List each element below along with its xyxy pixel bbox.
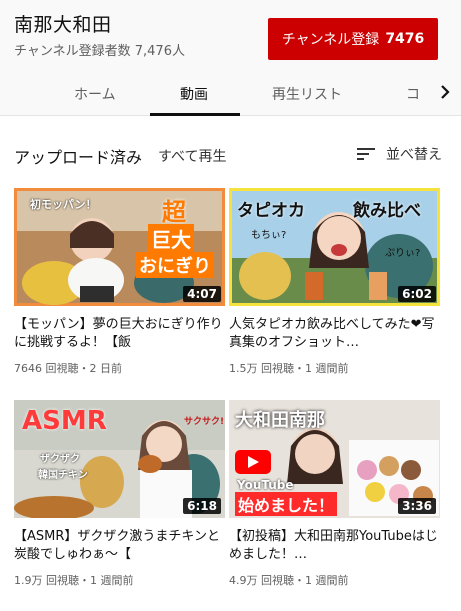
channel-tabs: ホーム 動画 再生リスト コ [0, 70, 461, 116]
thumbnail-text: 巨大 [148, 224, 194, 253]
tab-home[interactable]: ホーム [74, 84, 116, 104]
uploads-heading: アップロード済み [14, 148, 143, 167]
sort-icon [357, 148, 375, 160]
video-meta: 4.9万 回視聴・1 週間前 [229, 574, 349, 587]
thumbnail-text: タピオカ [237, 201, 305, 221]
thumbnail-text: 飲み比べ [353, 201, 421, 221]
thumbnail-text: おにぎり [136, 252, 214, 278]
subscribe-label: チャンネル登録 [281, 32, 380, 48]
video-card[interactable]: ASMR サクサク! ザクザク 韓国チキン 6:18 【ASMR】ザクザク激うま… [14, 400, 225, 588]
video-meta: 7646 回視聴・2 日前 [14, 362, 122, 375]
thumbnail-text: 超 [162, 198, 186, 226]
thumbnail-text: ザクザク [40, 454, 80, 465]
chevron-right-icon[interactable] [436, 82, 454, 102]
tab-videos[interactable]: 動画 [180, 84, 208, 104]
video-title[interactable]: 人気タピオカ飲み比べしてみた❤写真集のオフショット… [229, 316, 440, 352]
sort-label: 並べ替え [386, 147, 442, 163]
video-card[interactable]: 大和田南那 YouTube 始めました！ 3:36 【初投稿】大和田南那YouT… [229, 400, 440, 588]
video-title[interactable]: 【初投稿】大和田南那YouTubeはじめました！… [229, 528, 440, 564]
video-duration: 6:18 [183, 498, 221, 514]
video-thumbnail[interactable]: ASMR サクサク! ザクザク 韓国チキン 6:18 [14, 400, 225, 518]
thumbnail-text: ぷりぃ? [385, 248, 421, 259]
video-card[interactable]: タピオカ 飲み比べ もちぃ? ぷりぃ? 6:02 人気タピオカ飲み比べしてみた❤… [229, 188, 440, 376]
video-thumbnail[interactable]: タピオカ 飲み比べ もちぃ? ぷりぃ? 6:02 [229, 188, 440, 306]
channel-name: 南那大和田 [14, 14, 112, 36]
play-all-link[interactable]: すべて再生 [158, 146, 226, 166]
tab-community[interactable]: コ [406, 84, 420, 104]
video-title[interactable]: 【ASMR】ザクザク激うまチキンと炭酸でしゅわぁ～【 [14, 528, 225, 564]
sort-button[interactable]: 並べ替え [356, 144, 442, 164]
thumbnail-text: ASMR [22, 406, 107, 436]
video-duration: 4:07 [183, 286, 221, 302]
thumbnail-text: 初モッパン！ [30, 198, 97, 211]
video-card[interactable]: 初モッパン！ 超 巨大 おにぎり 4:07 【モッパン】夢の巨大おにぎり作りに挑… [14, 188, 225, 376]
video-thumbnail[interactable]: 大和田南那 YouTube 始めました！ 3:36 [229, 400, 440, 518]
video-thumbnail[interactable]: 初モッパン！ 超 巨大 おにぎり 4:07 [14, 188, 225, 306]
thumbnail-text: 大和田南那 [235, 410, 325, 431]
channel-header: 南那大和田 チャンネル登録者数 7,476人 チャンネル登録 7476 [0, 0, 461, 70]
subscribe-button[interactable]: チャンネル登録 7476 [268, 18, 438, 60]
thumbnail-text: YouTube [237, 478, 294, 492]
video-meta: 1.9万 回視聴・1 週間前 [14, 574, 134, 587]
video-duration: 6:02 [398, 286, 436, 302]
video-duration: 3:36 [398, 498, 436, 514]
uploads-toolbar: アップロード済み すべて再生 並べ替え [0, 116, 461, 178]
thumbnail-text: もちぃ? [251, 230, 287, 241]
tab-playlists[interactable]: 再生リスト [272, 84, 342, 104]
thumbnail-text: 始めました！ [235, 492, 338, 516]
video-meta: 1.5万 回視聴・1 週間前 [229, 362, 349, 375]
subscriber-count: チャンネル登録者数 7,476人 [14, 44, 185, 59]
thumbnail-text: サクサク! [184, 417, 225, 427]
subscribe-count: 7476 [385, 31, 425, 47]
video-title[interactable]: 【モッパン】夢の巨大おにぎり作りに挑戦するよ！【飯 [14, 316, 225, 352]
thumbnail-text: 韓国チキン [38, 470, 88, 481]
